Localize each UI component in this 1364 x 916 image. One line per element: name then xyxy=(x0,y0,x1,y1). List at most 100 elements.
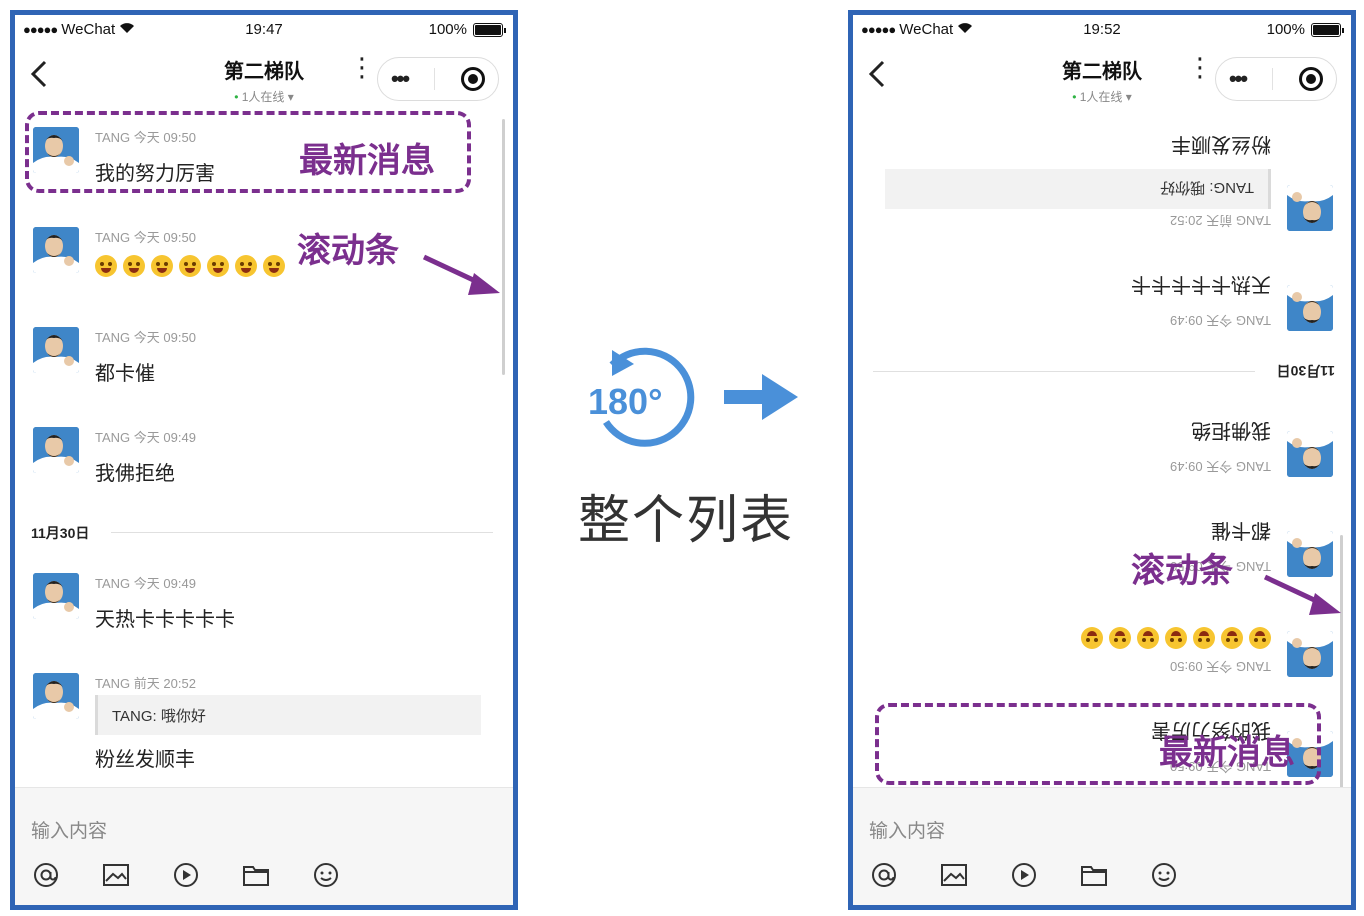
input-toolbar xyxy=(31,860,341,890)
message-time: 今天 09:49 xyxy=(133,576,196,591)
phone-screenshot-after: ●●●●● WeChat 19:52 100% 第二梯队 • 1人在线 ▾ ⋮ … xyxy=(848,10,1356,910)
mini-program-capsule: ••• xyxy=(1215,57,1337,101)
avatar[interactable] xyxy=(1287,431,1333,477)
sender-name: TANG xyxy=(1235,659,1271,674)
message-row[interactable]: TANG 前天 20:52 TANG: 哦你好 粉丝发顺丰 xyxy=(15,657,513,771)
message-meta: TANG 前天 20:52 xyxy=(95,673,196,692)
middle-caption: 整个列表 xyxy=(578,492,795,550)
message-input[interactable]: 输入内容 xyxy=(869,816,945,843)
message-time: 今天 09:50 xyxy=(1170,659,1233,674)
sender-name: TANG xyxy=(95,230,131,245)
emoji-row xyxy=(95,255,285,277)
input-toolbar xyxy=(869,860,1179,890)
message-row[interactable]: TANG 今天 09:49 我佛拒绝 xyxy=(853,393,1351,493)
sender-name: TANG xyxy=(1235,313,1271,328)
kebab-menu-button[interactable]: ⋮ xyxy=(349,54,375,80)
message-row[interactable]: TANG 今天 09:49 天热卡卡卡卡卡 xyxy=(15,557,513,657)
rotate-180-icon: 180° xyxy=(588,347,695,447)
message-row[interactable]: TANG 今天 09:49 我佛拒绝 xyxy=(15,411,513,511)
message-meta: TANG 今天 09:50 xyxy=(95,227,196,246)
scrollbar-label: 滚动条 xyxy=(297,232,399,270)
chat-header: 第二梯队 • 1人在线 ▾ ⋮ ••• xyxy=(15,45,513,109)
avatar[interactable] xyxy=(1287,631,1333,677)
emoji-icon[interactable] xyxy=(311,860,341,890)
video-icon[interactable] xyxy=(171,860,201,890)
battery-icon xyxy=(473,22,506,37)
arrow-icon xyxy=(422,254,500,295)
emoji-row xyxy=(1081,627,1271,649)
message-meta: TANG 今天 09:50 xyxy=(1170,658,1271,677)
status-bar: ●●●●● WeChat 19:47 100% xyxy=(15,15,513,45)
scrollbar-label: 滚动条 xyxy=(1131,552,1233,590)
kebab-menu-button[interactable]: ⋮ xyxy=(1187,54,1213,80)
at-icon[interactable] xyxy=(869,860,899,890)
message-meta: TANG 今天 09:49 xyxy=(95,573,196,592)
emoji-icon xyxy=(1165,627,1187,649)
message-time: 今天 09:50 xyxy=(133,230,196,245)
right-arrow-icon xyxy=(724,374,798,420)
message-input[interactable]: 输入内容 xyxy=(31,816,107,843)
phone-screenshot-before: ●●●●● WeChat 19:47 100% 第二梯队 • 1人在线 ▾ ⋮ … xyxy=(10,10,518,910)
avatar[interactable] xyxy=(1287,185,1333,231)
emoji-icon[interactable] xyxy=(1149,860,1179,890)
message-time: 今天 09:50 xyxy=(133,330,196,345)
more-dots-button[interactable]: ••• xyxy=(391,66,410,92)
avatar[interactable] xyxy=(1287,285,1333,331)
message-time: 今天 09:49 xyxy=(1170,459,1233,474)
input-area: 输入内容 xyxy=(853,787,1351,905)
folder-icon[interactable] xyxy=(241,860,271,890)
avatar[interactable] xyxy=(33,327,79,373)
message-time: 前天 20:52 xyxy=(133,676,196,691)
at-icon[interactable] xyxy=(31,860,61,890)
date-divider-label: 11月30日 xyxy=(1276,363,1335,379)
message-text: 都卡催 xyxy=(95,363,155,385)
sender-name: TANG xyxy=(95,676,131,691)
battery-percent: 100% xyxy=(428,21,467,38)
scrollbar[interactable] xyxy=(502,119,505,375)
avatar[interactable] xyxy=(33,427,79,473)
message-list[interactable]: TANG 今天 09:50 我的努力厉害 TANG 今天 09:50 TANG 今天 … xyxy=(15,111,513,793)
battery-icon xyxy=(1311,22,1344,37)
sender-name: TANG xyxy=(1235,213,1271,228)
date-divider: 11月30日 xyxy=(873,361,1335,381)
message-time: 今天 09:49 xyxy=(1170,313,1233,328)
message-time: 今天 09:49 xyxy=(133,430,196,445)
sender-name: TANG xyxy=(95,576,131,591)
arrow-icon xyxy=(1263,574,1341,615)
emoji-icon xyxy=(179,255,201,277)
chat-header: 第二梯队 • 1人在线 ▾ ⋮ ••• xyxy=(853,45,1351,109)
video-icon[interactable] xyxy=(1009,860,1039,890)
emoji-icon xyxy=(235,255,257,277)
close-target-button[interactable] xyxy=(1298,67,1323,91)
image-icon[interactable] xyxy=(939,860,969,890)
avatar[interactable] xyxy=(33,227,79,273)
status-bar: ●●●●● WeChat 19:52 100% xyxy=(853,15,1351,45)
avatar[interactable] xyxy=(33,573,79,619)
message-text: 我佛拒绝 xyxy=(1191,419,1271,441)
sender-name: TANG xyxy=(95,430,131,445)
message-row[interactable]: TANG 今天 09:50 都卡催 xyxy=(15,311,513,411)
message-row[interactable]: TANG 前天 20:52 TANG: 哦你好 粉丝发顺丰 xyxy=(853,133,1351,247)
more-dots-button[interactable]: ••• xyxy=(1229,66,1248,92)
image-icon[interactable] xyxy=(101,860,131,890)
message-row[interactable]: TANG 今天 09:49 天热卡卡卡卡卡 xyxy=(853,247,1351,347)
mini-program-capsule: ••• xyxy=(377,57,499,101)
message-text: 粉丝发顺丰 xyxy=(1171,133,1271,155)
emoji-icon xyxy=(1109,627,1131,649)
message-meta: TANG 今天 09:49 xyxy=(1170,312,1271,331)
message-text: 天热卡卡卡卡卡 xyxy=(1131,273,1271,295)
latest-message-label: 最新消息 xyxy=(299,142,435,180)
folder-icon[interactable] xyxy=(1079,860,1109,890)
emoji-icon xyxy=(1193,627,1215,649)
avatar[interactable] xyxy=(33,673,79,719)
message-list-rotated[interactable]: TANG 今天 09:50 我的努力厉害 TANG 今天 09:50 TANG 今天 … xyxy=(853,111,1351,793)
message-meta: TANG 今天 09:49 xyxy=(95,427,196,446)
emoji-icon xyxy=(1081,627,1103,649)
message-meta: TANG 今天 09:49 xyxy=(1170,458,1271,477)
quoted-message: TANG: 哦你好 xyxy=(95,695,481,735)
sender-name: TANG xyxy=(95,330,131,345)
close-target-button[interactable] xyxy=(460,67,485,91)
battery-percent: 100% xyxy=(1266,21,1305,38)
quoted-message: TANG: 哦你好 xyxy=(885,169,1271,209)
input-area: 输入内容 xyxy=(15,787,513,905)
